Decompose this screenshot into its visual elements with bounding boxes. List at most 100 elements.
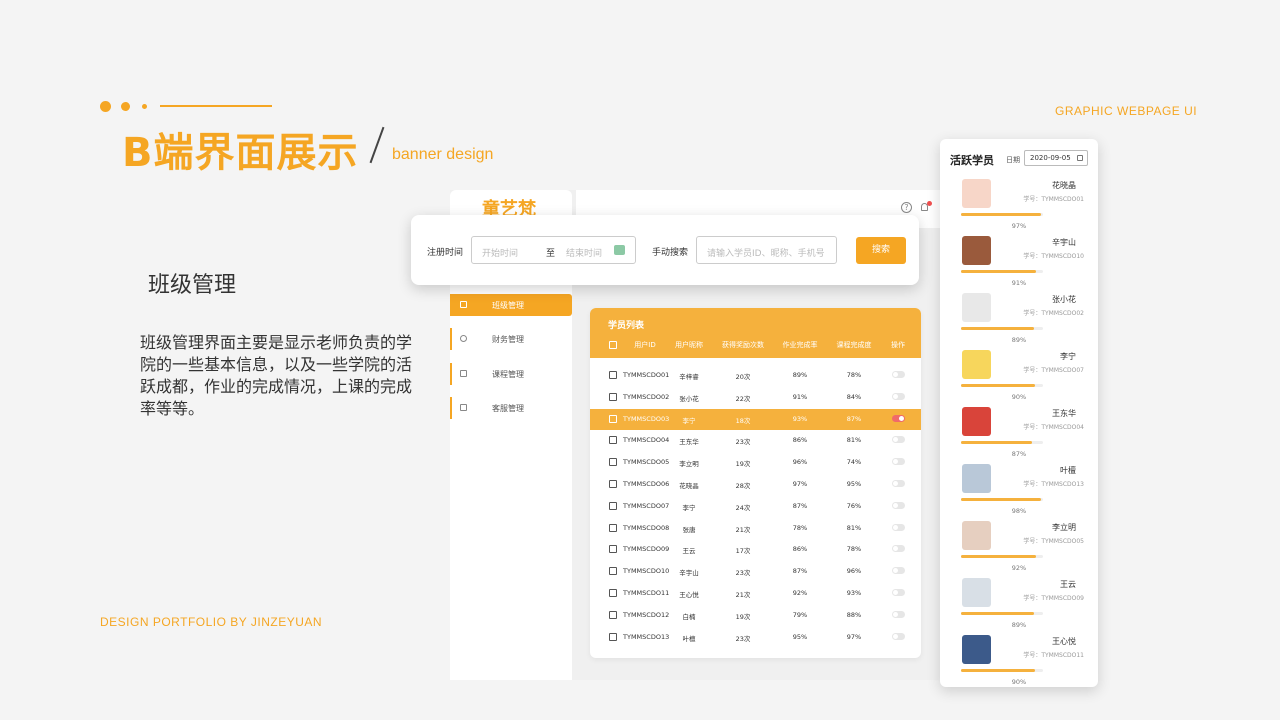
avatar xyxy=(962,293,991,322)
student-item[interactable]: 王东华 学号：TYMMSCDO04 87% xyxy=(940,407,1098,464)
date-range-input[interactable]: 开始时间 至 结束时间 xyxy=(471,236,636,264)
table-row[interactable]: TYMMSCDO09 王云 17次 86% 78% xyxy=(590,539,921,560)
status-toggle[interactable] xyxy=(892,632,905,640)
cell-name: 辛宇山 xyxy=(679,569,699,578)
student-item[interactable]: 辛宇山 学号：TYMMSCDO10 91% xyxy=(940,236,1098,293)
progress-track xyxy=(961,384,1043,387)
date-picker[interactable]: 2020-09-05 xyxy=(1024,150,1088,166)
progress-track xyxy=(961,441,1043,444)
avatar xyxy=(962,236,991,265)
status-toggle[interactable] xyxy=(892,501,905,509)
student-name: 张小花 xyxy=(1052,295,1076,304)
progress-fill xyxy=(961,270,1036,273)
progress-fill xyxy=(961,669,1035,672)
cell-user-id: TYMMSCDO10 xyxy=(623,567,670,576)
search-button[interactable]: 搜索 xyxy=(856,237,906,264)
bell-icon[interactable] xyxy=(919,201,932,213)
date-value: 2020-09-05 xyxy=(1030,154,1071,162)
table-row[interactable]: TYMMSCDO12 白楠 19次 79% 88% xyxy=(590,605,921,626)
table-row[interactable]: TYMMSCDO10 辛宇山 23次 87% 96% xyxy=(590,561,921,582)
status-toggle[interactable] xyxy=(892,589,905,596)
row-checkbox[interactable] xyxy=(609,501,617,510)
select-all-checkbox[interactable] xyxy=(609,341,617,349)
avatar xyxy=(962,179,991,208)
status-toggle[interactable] xyxy=(892,371,905,378)
panel-title: 活跃学员 xyxy=(950,154,994,167)
row-checkbox[interactable] xyxy=(609,523,617,532)
student-name: 王东华 xyxy=(1052,409,1076,418)
sidebar-item-service[interactable]: 客服管理 xyxy=(450,397,572,419)
avatar xyxy=(962,635,991,664)
filter-panel: 注册时间 开始时间 至 结束时间 手动搜索 请输入学员ID、昵称、手机号 搜索 xyxy=(411,215,919,285)
table-row[interactable]: TYMMSCDO04 王东华 23次 86% 81% xyxy=(590,430,921,451)
student-id: 学号：TYMMSCDO04 xyxy=(1023,424,1084,431)
table-row[interactable]: TYMMSCDO07 李宁 24次 87% 76% xyxy=(590,496,921,517)
cell-rewards: 17次 xyxy=(735,547,751,556)
student-item[interactable]: 王心悦 学号：TYMMSCDO11 90% xyxy=(940,635,1098,692)
status-toggle[interactable] xyxy=(892,458,905,466)
student-item[interactable]: 叶檀 学号：TYMMSCDO13 98% xyxy=(940,464,1098,521)
row-checkbox[interactable] xyxy=(609,480,617,488)
row-checkbox[interactable] xyxy=(609,458,617,467)
table-row[interactable]: TYMMSCDO08 张唐 21次 78% 81% xyxy=(590,518,921,539)
student-item[interactable]: 李立明 学号：TYMMSCDO05 92% xyxy=(940,521,1098,578)
calendar-icon[interactable] xyxy=(614,245,625,255)
row-checkbox[interactable] xyxy=(609,414,617,423)
status-toggle[interactable] xyxy=(892,567,905,575)
progress-track xyxy=(961,327,1043,330)
status-toggle[interactable] xyxy=(892,480,905,487)
cell-rewards: 23次 xyxy=(735,438,751,447)
cell-rewards: 21次 xyxy=(735,525,751,534)
row-checkbox[interactable] xyxy=(609,545,617,554)
table-row[interactable]: TYMMSCDO03 李宁 18次 93% 87% xyxy=(590,408,921,430)
sidebar-item-course[interactable]: 课程管理 xyxy=(450,363,572,385)
table-row[interactable]: TYMMSCDO02 张小花 22次 91% 84% xyxy=(590,387,921,408)
status-toggle[interactable] xyxy=(892,414,905,422)
nav-indicator xyxy=(450,363,452,385)
table-row[interactable]: TYMMSCDO06 花晓晶 28次 97% 95% xyxy=(590,474,921,495)
row-checkbox[interactable] xyxy=(609,567,617,576)
student-item[interactable]: 李宁 学号：TYMMSCDO07 90% xyxy=(940,350,1098,407)
row-checkbox[interactable] xyxy=(609,610,617,619)
reg-time-label: 注册时间 xyxy=(427,248,464,258)
sidebar-item-finance[interactable]: 财务管理 xyxy=(450,328,572,350)
sidebar-item-class[interactable]: 班级管理 xyxy=(450,294,572,316)
progress-fill xyxy=(961,213,1041,216)
status-toggle[interactable] xyxy=(892,436,905,444)
cell-user-id: TYMMSCDO13 xyxy=(623,632,670,641)
cell-name: 张唐 xyxy=(682,525,696,534)
student-name: 李立明 xyxy=(1052,523,1076,532)
footer-label: DESIGN PORTFOLIO BY JINZEYUAN xyxy=(100,615,323,629)
status-toggle[interactable] xyxy=(892,545,905,553)
table-row[interactable]: TYMMSCDO05 李立明 19次 96% 74% xyxy=(590,452,921,473)
row-checkbox[interactable] xyxy=(609,371,617,379)
student-item[interactable]: 花晓晶 学号：TYMMSCDO01 97% xyxy=(940,179,1098,236)
status-toggle[interactable] xyxy=(892,523,905,531)
row-checkbox[interactable] xyxy=(609,392,617,401)
help-icon[interactable]: ? xyxy=(901,202,912,213)
search-label: 手动搜索 xyxy=(652,248,689,258)
status-toggle[interactable] xyxy=(892,610,905,618)
cell-user-id: TYMMSCDO04 xyxy=(623,436,670,445)
deco-line xyxy=(160,105,272,107)
cell-name: 花晓晶 xyxy=(679,482,699,490)
cell-name: 李宁 xyxy=(682,503,696,512)
cell-course: 95% xyxy=(846,480,862,488)
cell-name: 王东华 xyxy=(679,438,699,447)
student-item[interactable]: 王云 学号：TYMMSCDO09 89% xyxy=(940,578,1098,635)
search-input[interactable]: 请输入学员ID、昵称、手机号 xyxy=(696,236,837,264)
table-row[interactable]: TYMMSCDO11 王心悦 21次 92% 93% xyxy=(590,583,921,604)
status-toggle[interactable] xyxy=(892,392,905,400)
row-checkbox[interactable] xyxy=(609,589,617,597)
table-row[interactable]: TYMMSCDO01 辛梓睿 20次 89% 78% xyxy=(590,365,921,386)
cell-user-id: TYMMSCDO06 xyxy=(623,480,670,488)
table-row[interactable]: TYMMSCDO13 叶檀 23次 95% 97% xyxy=(590,627,921,648)
cell-name: 王云 xyxy=(682,547,696,556)
row-checkbox[interactable] xyxy=(609,632,617,641)
page-subtitle: banner design xyxy=(392,146,494,163)
cell-user-id: TYMMSCDO02 xyxy=(623,392,670,401)
progress-fill xyxy=(961,441,1033,444)
student-item[interactable]: 张小花 学号：TYMMSCDO02 89% xyxy=(940,293,1098,350)
student-id: 学号：TYMMSCDO09 xyxy=(1023,595,1084,602)
row-checkbox[interactable] xyxy=(609,436,617,445)
